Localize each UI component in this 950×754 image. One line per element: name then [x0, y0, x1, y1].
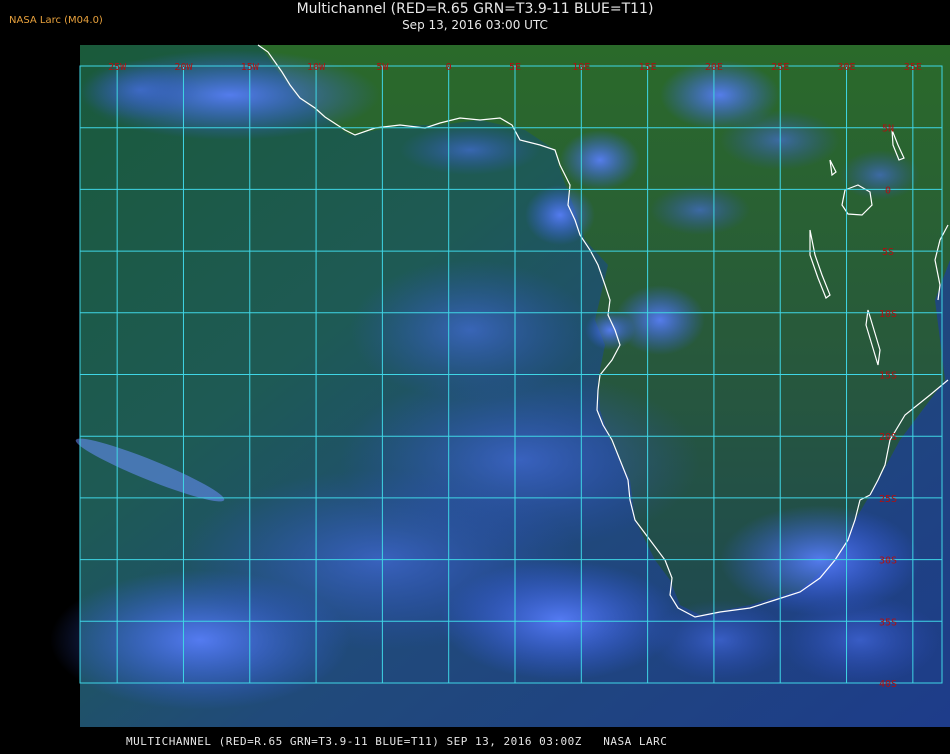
longitude-label: 10E — [572, 62, 590, 73]
longitude-label: 0 — [446, 62, 452, 73]
latitude-label: 5S — [882, 247, 894, 258]
latitude-label: 5N — [882, 124, 894, 135]
latitude-label: 20S — [879, 432, 897, 443]
longitude-label: 20W — [174, 62, 193, 73]
longitude-label: 15W — [241, 62, 260, 73]
longitude-label: 25W — [108, 62, 127, 73]
latitude-label: 25S — [879, 494, 897, 505]
longitude-label: 15E — [639, 62, 657, 73]
latitude-label: 35S — [879, 617, 897, 628]
longitude-label: 30E — [838, 62, 856, 73]
latitude-label: 40S — [879, 679, 897, 690]
longitude-label: 10W — [307, 62, 326, 73]
longitude-label: 25E — [771, 62, 789, 73]
longitude-label: 5E — [509, 62, 521, 73]
footer-caption: MULTICHANNEL (RED=R.65 GRN=T3.9-11 BLUE=… — [126, 735, 668, 748]
latitude-label: 0 — [885, 185, 891, 196]
longitude-label: 20E — [705, 62, 723, 73]
satellite-map: 25W 20W 15W 10W 5W 0 5E 10E 15E 20E 25E 30E 35E 5N 0 5S… — [0, 0, 950, 750]
longitude-label: 35E — [904, 62, 922, 73]
latitude-label: 15S — [879, 371, 897, 382]
latitude-label: 10S — [879, 309, 897, 320]
longitude-label: 5W — [376, 62, 389, 73]
latitude-label: 30S — [879, 556, 897, 567]
